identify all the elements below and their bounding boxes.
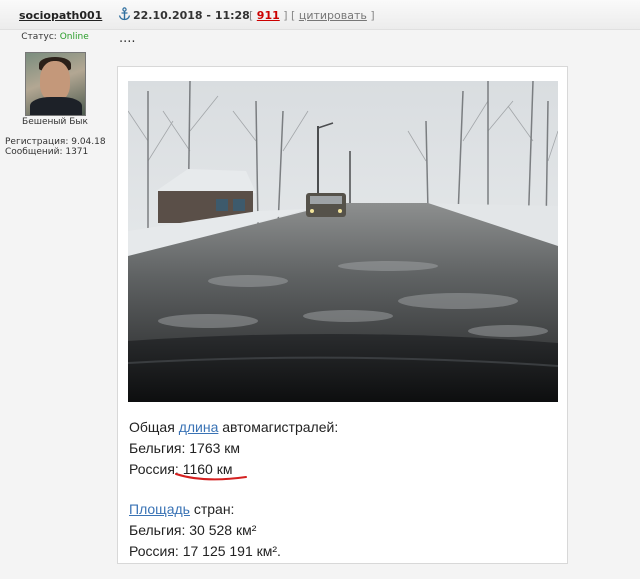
post-number-link[interactable]: 911 bbox=[257, 9, 280, 22]
text-line-russia-area: Россия: 17 125 191 км². bbox=[129, 543, 281, 559]
status-value: Online bbox=[59, 32, 89, 42]
text-line-belgium-length: Бельгия: 1763 км bbox=[129, 440, 241, 456]
status-label: Статус: bbox=[21, 32, 57, 42]
red-underline-mark bbox=[175, 473, 247, 481]
avatar[interactable] bbox=[25, 52, 86, 116]
user-sidebar: Статус: Online Бешеный Бык Регистрация: … bbox=[0, 30, 110, 579]
user-messages: Сообщений: 1371 bbox=[5, 147, 89, 157]
text-fragment: стран: bbox=[189, 501, 235, 517]
text-fragment: автомагистралей: bbox=[218, 419, 339, 435]
post-header: sociopath001 22.10.2018 - 11:28 [ 911 ] … bbox=[0, 0, 640, 30]
bracket-mid: ] [ bbox=[283, 9, 296, 22]
anchor-icon[interactable] bbox=[118, 7, 131, 21]
avatar-face bbox=[40, 61, 70, 101]
post-body: Общая длина автомагистралей: Бельгия: 17… bbox=[117, 66, 568, 564]
user-rank: Бешеный Бык bbox=[22, 117, 88, 127]
user-registration: Регистрация: 9.04.18 bbox=[5, 137, 106, 147]
post-date: 22.10.2018 - 11:28 bbox=[133, 9, 250, 22]
post-meta: [ 911 ] [ цитировать ] bbox=[249, 9, 375, 22]
length-link[interactable]: длина bbox=[179, 419, 219, 435]
text-line-belgium-area: Бельгия: 30 528 км² bbox=[129, 522, 257, 538]
area-link[interactable]: Площадь bbox=[129, 501, 190, 517]
text-line-area-heading: Площадь стран: bbox=[129, 501, 234, 517]
user-status: Статус: Online bbox=[0, 32, 110, 42]
bracket-open: [ bbox=[249, 9, 254, 22]
username-link[interactable]: sociopath001 bbox=[19, 9, 102, 22]
quote-link[interactable]: цитировать bbox=[299, 9, 367, 22]
text-line-total-length: Общая длина автомагистралей: bbox=[129, 419, 338, 435]
post-photo[interactable] bbox=[128, 81, 558, 402]
bracket-close: ] bbox=[370, 9, 375, 22]
avatar-shirt bbox=[30, 97, 82, 115]
text-fragment: Общая bbox=[129, 419, 179, 435]
post-intro-text: .... bbox=[119, 31, 136, 46]
